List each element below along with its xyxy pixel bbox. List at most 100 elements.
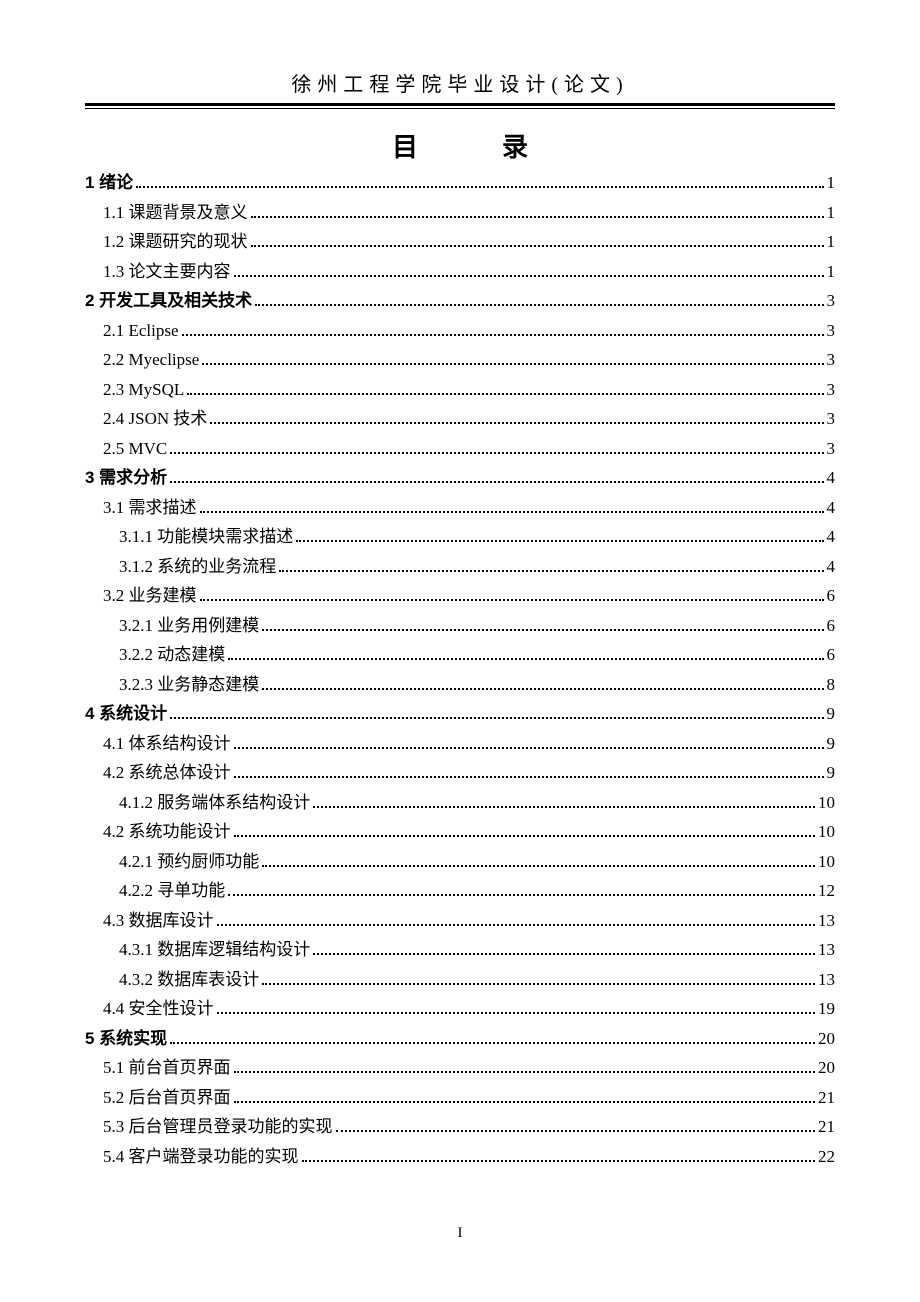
toc-leader-dots: [251, 233, 824, 247]
toc-entry-label: 3 需求分析: [85, 469, 167, 486]
toc-leader-dots: [336, 1118, 816, 1132]
toc-entry[interactable]: 5.2 后台首页界面21: [85, 1089, 835, 1106]
toc-entry-page: 6: [827, 587, 836, 604]
toc-entry[interactable]: 1.2 课题研究的现状1: [85, 233, 835, 250]
page-number-footer: I: [0, 1225, 920, 1242]
toc-entry[interactable]: 5.4 客户端登录功能的实现22: [85, 1148, 835, 1165]
toc-entry-label: 5.3 后台管理员登录功能的实现: [103, 1118, 333, 1135]
toc-entry[interactable]: 3.1 需求描述4: [85, 499, 835, 516]
toc-leader-dots: [234, 764, 824, 778]
toc-entry[interactable]: 2 开发工具及相关技术3: [85, 292, 835, 309]
toc-entry-page: 3: [827, 381, 836, 398]
toc-entry-label: 4.4 安全性设计: [103, 1000, 214, 1017]
toc-entry[interactable]: 4.2 系统总体设计9: [85, 764, 835, 781]
toc-leader-dots: [262, 853, 815, 867]
toc-leader-dots: [262, 676, 823, 690]
toc-entry-page: 13: [818, 912, 835, 929]
toc-entry-label: 3.2.1 业务用例建模: [119, 617, 259, 634]
toc-leader-dots: [187, 381, 823, 395]
toc-entry-label: 4.1 体系结构设计: [103, 735, 231, 752]
toc-leader-dots: [234, 263, 824, 277]
toc-entry[interactable]: 2.3 MySQL 3: [85, 381, 835, 398]
toc-leader-dots: [313, 794, 815, 808]
toc-entry[interactable]: 4 系统设计9: [85, 705, 835, 722]
toc-entry-page: 9: [827, 705, 836, 722]
toc-entry-label: 5 系统实现: [85, 1030, 167, 1047]
toc-entry[interactable]: 1 绪论 1: [85, 174, 835, 191]
toc-entry-page: 19: [818, 1000, 835, 1017]
toc-entry-label: 2.5 MVC: [103, 440, 167, 457]
toc-entry-page: 3: [827, 322, 836, 339]
toc-entry-page: 10: [818, 823, 835, 840]
toc-entry[interactable]: 4.2.2 寻单功能12: [85, 882, 835, 899]
toc-entry[interactable]: 3 需求分析 4: [85, 469, 835, 486]
toc-entry-page: 20: [818, 1059, 835, 1076]
toc-entry[interactable]: 4.2.1 预约厨师功能10: [85, 853, 835, 870]
toc-entry[interactable]: 3.2.3 业务静态建模8: [85, 676, 835, 693]
toc-entry-page: 1: [827, 233, 836, 250]
toc-entry-label: 1.1 课题背景及意义: [103, 204, 248, 221]
toc-entry[interactable]: 4.3 数据库设计13: [85, 912, 835, 929]
table-of-contents: 1 绪论11.1 课题背景及意义11.2 课题研究的现状11.3 论文主要内容1…: [85, 174, 835, 1165]
header-rule: [85, 103, 835, 109]
toc-entry-label: 2.1 Eclipse: [103, 322, 179, 339]
toc-entry[interactable]: 4.4 安全性设计 19: [85, 1000, 835, 1017]
toc-entry-label: 4.2.1 预约厨师功能: [119, 853, 259, 870]
toc-entry[interactable]: 5.1 前台首页界面20: [85, 1059, 835, 1076]
toc-entry-page: 3: [827, 351, 836, 368]
toc-heading-right: 录: [502, 132, 528, 162]
toc-entry[interactable]: 2.4 JSON 技术3: [85, 410, 835, 427]
toc-entry[interactable]: 4.1.2 服务端体系结构设计 10: [85, 794, 835, 811]
toc-entry-label: 4.1.2 服务端体系结构设计: [119, 794, 310, 811]
toc-entry[interactable]: 4.3.2 数据库表设计 13: [85, 971, 835, 988]
toc-entry-page: 12: [818, 882, 835, 899]
toc-entry[interactable]: 4.2 系统功能设计10: [85, 823, 835, 840]
toc-entry-label: 4.3.2 数据库表设计: [119, 971, 259, 988]
toc-entry[interactable]: 3.2.2 动态建模6: [85, 646, 835, 663]
toc-entry[interactable]: 4.1 体系结构设计9: [85, 735, 835, 752]
toc-entry-label: 3.2 业务建模: [103, 587, 197, 604]
toc-leader-dots: [202, 351, 823, 365]
toc-entry[interactable]: 5.3 后台管理员登录功能的实现21: [85, 1118, 835, 1135]
toc-entry[interactable]: 2.5 MVC3: [85, 440, 835, 457]
toc-entry-page: 4: [827, 469, 836, 486]
toc-entry-label: 1.3 论文主要内容: [103, 263, 231, 280]
toc-entry-label: 2 开发工具及相关技术: [85, 292, 252, 309]
toc-entry-page: 20: [818, 1030, 835, 1047]
toc-entry[interactable]: 2.1 Eclipse 3: [85, 322, 835, 339]
toc-entry-page: 1: [827, 263, 836, 280]
toc-entry[interactable]: 5 系统实现 20: [85, 1030, 835, 1047]
toc-entry-page: 10: [818, 794, 835, 811]
toc-entry-page: 3: [827, 410, 836, 427]
toc-entry-label: 2.3 MySQL: [103, 381, 184, 398]
toc-entry[interactable]: 1.3 论文主要内容 1: [85, 263, 835, 280]
toc-entry-label: 1 绪论: [85, 174, 133, 191]
toc-entry-page: 1: [827, 174, 836, 191]
toc-leader-dots: [251, 204, 824, 218]
toc-entry-page: 13: [818, 971, 835, 988]
toc-leader-dots: [296, 528, 823, 542]
toc-entry[interactable]: 3.1.2 系统的业务流程4: [85, 558, 835, 575]
toc-entry-label: 3.1.1 功能模块需求描述: [119, 528, 293, 545]
toc-leader-dots: [170, 1030, 815, 1044]
toc-entry-label: 5.4 客户端登录功能的实现: [103, 1148, 299, 1165]
toc-entry-page: 4: [827, 528, 836, 545]
toc-leader-dots: [136, 174, 823, 188]
toc-leader-dots: [200, 499, 824, 513]
toc-entry-page: 13: [818, 941, 835, 958]
toc-leader-dots: [234, 735, 824, 749]
toc-entry[interactable]: 3.2 业务建模 6: [85, 587, 835, 604]
toc-entry[interactable]: 1.1 课题背景及意义1: [85, 204, 835, 221]
toc-entry-page: 4: [827, 558, 836, 575]
toc-entry-page: 8: [827, 676, 836, 693]
toc-entry[interactable]: 3.2.1 业务用例建模 6: [85, 617, 835, 634]
toc-leader-dots: [170, 440, 823, 454]
toc-entry[interactable]: 3.1.1 功能模块需求描述 4: [85, 528, 835, 545]
toc-entry[interactable]: 4.3.1 数据库逻辑结构设计13: [85, 941, 835, 958]
toc-entry-page: 9: [827, 764, 836, 781]
toc-entry-label: 5.2 后台首页界面: [103, 1089, 231, 1106]
toc-leader-dots: [234, 823, 816, 837]
toc-entry-page: 6: [827, 617, 836, 634]
toc-entry[interactable]: 2.2 Myeclipse3: [85, 351, 835, 368]
toc-leader-dots: [302, 1148, 816, 1162]
